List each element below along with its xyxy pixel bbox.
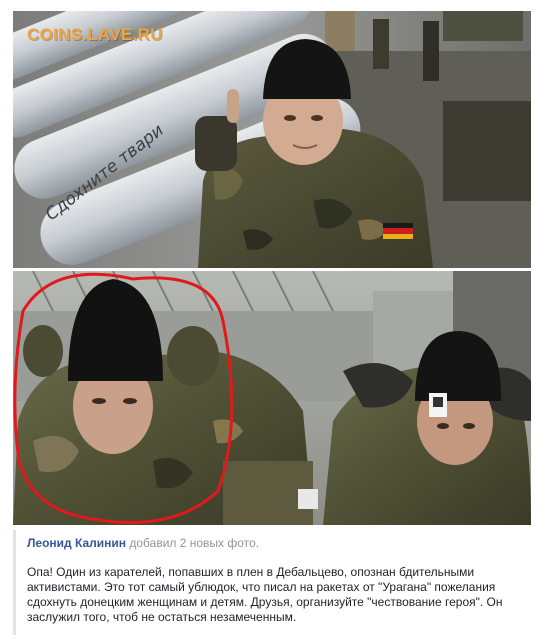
facebook-post-card: Сдохните твари COINS.LAVE.RU Леонид Кали…: [0, 0, 549, 642]
post-photo-prisoners[interactable]: [13, 271, 531, 525]
photo-soldier-missiles-image: Сдохните твари: [13, 11, 531, 268]
author-link[interactable]: Леонид Калинин: [27, 536, 126, 550]
photo-prisoners-image: [13, 271, 531, 525]
post-header: Леонид Калинин добавил 2 новых фото.: [27, 536, 531, 551]
post-text-block: Леонид Калинин добавил 2 новых фото. Опа…: [13, 530, 531, 635]
post-photo-soldier-missiles[interactable]: Сдохните твари COINS.LAVE.RU: [13, 11, 531, 268]
post-action: добавил 2 новых фото.: [129, 536, 260, 550]
watermark-text: COINS.LAVE.RU: [27, 25, 163, 44]
post-body: Опа! Один из карателей, попавших в плен …: [27, 565, 503, 624]
